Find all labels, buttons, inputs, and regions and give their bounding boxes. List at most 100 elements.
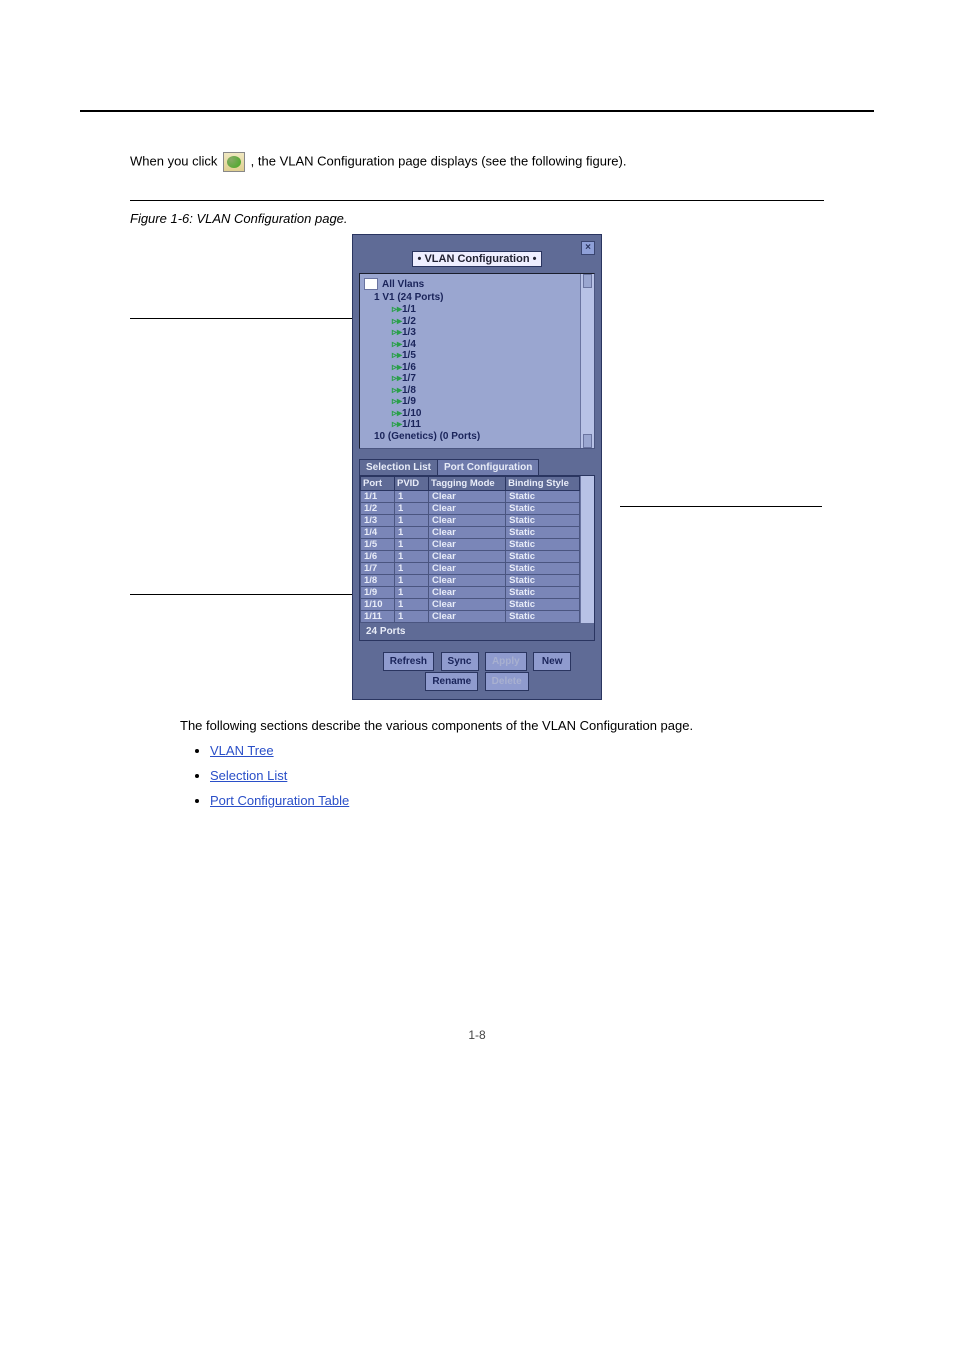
tree-port-label: 1/4 [402,339,416,350]
table-cell: Clear [429,599,506,611]
tree-port[interactable]: ▹▸1/6 [374,362,590,373]
tree-vlan-1-label: 1 V1 (24 Ports) [374,292,443,303]
tree-port[interactable]: ▹▸1/3 [374,327,590,338]
rename-button[interactable]: Rename [425,672,478,691]
links-list: VLAN Tree Selection List Port Configurat… [160,743,874,808]
port-icon: ▹▸ [392,419,400,430]
table-cell: Static [506,599,580,611]
table-cell: 1 [395,575,429,587]
tree-port[interactable]: ▹▸1/11 [374,419,590,430]
vlan-tree-panel: All Vlans 1 V1 (24 Ports) ▹▸1/1 ▹▸1/2 ▹▸… [359,273,595,449]
table-cell: Static [506,575,580,587]
port-icon: ▹▸ [392,385,400,396]
table-row[interactable]: 1/31ClearStatic [361,515,580,527]
header-blank [80,50,874,110]
col-pvid[interactable]: PVID [395,477,429,491]
tree-port-label: 1/3 [402,327,416,338]
port-icon: ▹▸ [392,396,400,407]
table-row[interactable]: 1/101ClearStatic [361,599,580,611]
figure-caption: Figure 1-6: VLAN Configuration page. [130,211,824,226]
tree-port-label: 1/2 [402,316,416,327]
refresh-button[interactable]: Refresh [383,652,434,671]
tabs-row: Selection ListPort Configuration [359,459,595,475]
table-cell: Clear [429,587,506,599]
port-table-panel: Port PVID Tagging Mode Binding Style 1/1… [359,475,595,641]
tree-port[interactable]: ▹▸1/4 [374,339,590,350]
sync-button[interactable]: Sync [441,652,479,671]
col-port[interactable]: Port [361,477,395,491]
tree-port[interactable]: ▹▸1/10 [374,408,590,419]
table-scrollbar[interactable] [580,476,594,623]
port-icon: ▹▸ [392,327,400,338]
rule-above-figure [130,200,824,201]
table-row[interactable]: 1/61ClearStatic [361,551,580,563]
apply-button[interactable]: Apply [485,652,527,671]
post-figure-text: The following sections describe the vari… [130,718,874,733]
table-cell: Static [506,587,580,599]
tree-root[interactable]: All Vlans [364,278,590,290]
intro-prefix: When you click [130,153,221,168]
table-cell: Clear [429,539,506,551]
table-cell: 1 [395,551,429,563]
table-cell: 1/5 [361,539,395,551]
table-cell: Clear [429,551,506,563]
rule-top [80,110,874,112]
table-cell: 1/1 [361,491,395,503]
tree-vlan-10[interactable]: 10 (Genetics) (0 Ports) [374,431,590,442]
new-button[interactable]: New [533,652,571,671]
refresh-tree-icon[interactable] [364,278,378,290]
table-cell: 1/6 [361,551,395,563]
tree-port[interactable]: ▹▸1/1 [374,304,590,315]
table-row[interactable]: 1/91ClearStatic [361,587,580,599]
tree-port-label: 1/5 [402,350,416,361]
tree-port[interactable]: ▹▸1/8 [374,385,590,396]
table-cell: Clear [429,491,506,503]
link-selection-list[interactable]: Selection List [210,768,287,783]
col-binding[interactable]: Binding Style [506,477,580,491]
annot-line-left-1 [130,318,372,319]
delete-button[interactable]: Delete [485,672,529,691]
table-row[interactable]: 1/51ClearStatic [361,539,580,551]
tab-selection-list[interactable]: Selection List [359,459,438,475]
table-row[interactable]: 1/71ClearStatic [361,563,580,575]
page-number: 1-8 [80,1028,874,1042]
link-port-config-table[interactable]: Port Configuration Table [210,793,349,808]
tree-port[interactable]: ▹▸1/2 [374,316,590,327]
table-cell: 1/3 [361,515,395,527]
tree-scrollbar[interactable] [580,274,594,448]
ports-count: 24 Ports [360,623,594,640]
table-cell: 1 [395,527,429,539]
table-cell: 1/9 [361,587,395,599]
table-cell: 1/2 [361,503,395,515]
tree-port[interactable]: ▹▸1/7 [374,373,590,384]
tab-port-configuration[interactable]: Port Configuration [437,459,539,475]
vlan-config-window: × • VLAN Configuration • All Vlans 1 V1 … [352,234,602,700]
table-row[interactable]: 1/41ClearStatic [361,527,580,539]
table-row[interactable]: 1/81ClearStatic [361,575,580,587]
close-icon[interactable]: × [581,241,595,255]
port-icon: ▹▸ [392,339,400,350]
tree-vlan-10-label: 10 (Genetics) (0 Ports) [374,431,480,442]
table-cell: 1 [395,599,429,611]
tree-port[interactable]: ▹▸1/5 [374,350,590,361]
list-item: Selection List [210,768,874,783]
table-cell: Static [506,539,580,551]
table-cell: 1 [395,611,429,623]
table-row[interactable]: 1/21ClearStatic [361,503,580,515]
annot-line-left-2 [130,594,372,595]
port-icon: ▹▸ [392,304,400,315]
table-row[interactable]: 1/111ClearStatic [361,611,580,623]
tree-vlan-1[interactable]: 1 V1 (24 Ports) [374,292,590,303]
tree-port[interactable]: ▹▸1/9 [374,396,590,407]
port-icon: ▹▸ [392,373,400,384]
table-cell: Clear [429,575,506,587]
list-item: VLAN Tree [210,743,874,758]
col-tagging[interactable]: Tagging Mode [429,477,506,491]
table-cell: Static [506,611,580,623]
link-vlan-tree[interactable]: VLAN Tree [210,743,274,758]
table-row[interactable]: 1/11ClearStatic [361,491,580,503]
tree-port-label: 1/9 [402,396,416,407]
intro-suffix: , the VLAN Configuration page displays (… [251,153,627,168]
tree-root-label: All Vlans [382,279,424,290]
port-table: Port PVID Tagging Mode Binding Style 1/1… [360,476,580,623]
